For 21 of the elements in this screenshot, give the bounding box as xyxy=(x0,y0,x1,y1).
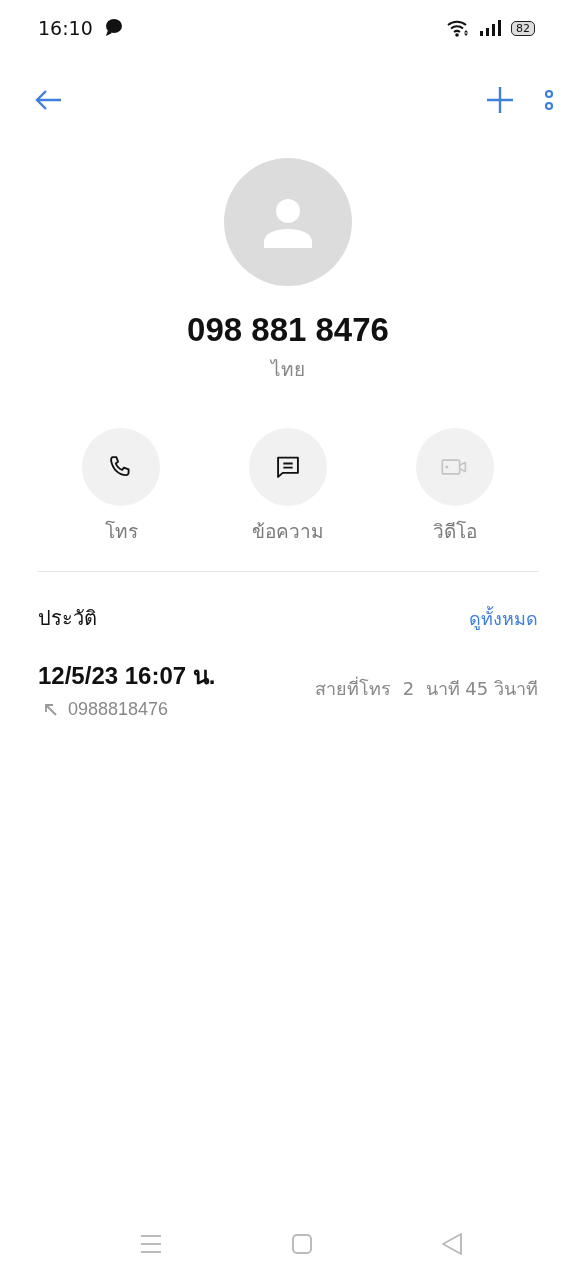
add-icon[interactable] xyxy=(486,86,514,114)
call-datetime: 12/5/23 16:07 น. xyxy=(38,661,216,691)
back-triangle-icon[interactable] xyxy=(441,1232,463,1256)
view-all-link[interactable]: ดูทั้งหมด xyxy=(469,603,538,633)
call-duration: สายที่โทร 2 นาที 45 วินาที xyxy=(315,675,538,701)
clock-time: 16:10 xyxy=(38,17,93,39)
action-label: วิดีโอ xyxy=(433,519,477,543)
action-label: โทร xyxy=(104,519,138,543)
more-options-icon[interactable] xyxy=(544,89,554,111)
phone-number: 098 881 8476 xyxy=(186,310,390,350)
signal-icon xyxy=(479,19,501,37)
call-number: 0988818476 xyxy=(68,699,169,720)
wifi-icon xyxy=(447,19,469,37)
action-label: ข้อความ xyxy=(252,519,324,543)
person-silhouette-icon xyxy=(262,196,314,248)
battery-level: 82 xyxy=(511,20,535,36)
home-square-icon[interactable] xyxy=(290,1233,313,1255)
number-location: ไทย xyxy=(269,357,306,382)
menu-icon[interactable] xyxy=(140,1234,162,1254)
history-heading: ประวัติ xyxy=(38,605,97,632)
back-arrow-icon[interactable] xyxy=(34,89,62,111)
